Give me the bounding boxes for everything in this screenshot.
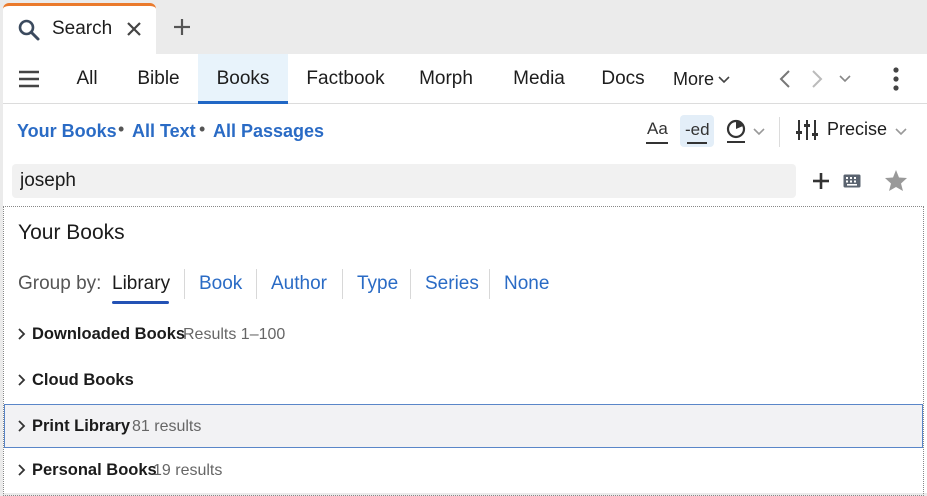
sliders-icon[interactable] [795, 119, 819, 141]
group-count: 19 results [153, 462, 223, 479]
group-name: Personal Books [32, 461, 157, 479]
scope-separator: • [199, 119, 206, 139]
search-mode-select[interactable]: Precise [827, 119, 887, 140]
tab-media[interactable]: Media [503, 54, 575, 104]
result-group-cloud-books[interactable]: Cloud Books [4, 360, 923, 400]
keyboard-icon[interactable] [843, 174, 861, 188]
search-row [3, 162, 927, 202]
more-label: More [673, 69, 715, 89]
hamburger-icon[interactable] [18, 69, 40, 89]
group-name: Print Library [32, 417, 131, 435]
search-tab[interactable]: Search [3, 3, 156, 54]
results-title: Your Books [18, 221, 125, 244]
group-count: 81 results [132, 418, 202, 435]
group-count: Results 1–100 [183, 326, 286, 343]
group-by-author[interactable]: Author [271, 273, 327, 295]
plus-icon[interactable] [170, 15, 194, 39]
match-case-label: Aa [647, 119, 668, 138]
tab-bible[interactable]: Bible [126, 54, 191, 104]
group-name: Cloud Books [32, 371, 134, 389]
match-forms-toggle[interactable]: -ed [680, 115, 714, 147]
divider [410, 269, 411, 299]
tab-factbook[interactable]: Factbook [298, 54, 393, 104]
group-by-label: Group by: [18, 273, 102, 294]
match-case-toggle[interactable]: Aa [643, 116, 671, 146]
scope-bar: Your Books • All Text • All Passages Aa … [3, 105, 927, 159]
plus-icon[interactable] [811, 171, 831, 191]
chevron-right-icon[interactable] [811, 69, 823, 89]
group-by-none[interactable]: None [504, 273, 549, 295]
search-kind-tabs: All Bible Books Factbook Morph Media Doc… [3, 54, 927, 104]
chevron-down-icon[interactable] [753, 128, 765, 136]
group-by-type[interactable]: Type [357, 273, 398, 295]
match-forms-underline [687, 142, 707, 144]
group-by-series[interactable]: Series [425, 273, 479, 295]
search-icon [18, 19, 40, 41]
scope-separator: • [118, 119, 125, 139]
result-group-personal-books[interactable]: Personal Books 19 results [4, 450, 923, 490]
star-icon[interactable] [884, 169, 908, 192]
toolbar-divider [779, 117, 780, 147]
more-menu[interactable]: More [673, 54, 730, 104]
search-panel: All Bible Books Factbook Morph Media Doc… [3, 54, 927, 496]
tab-all[interactable]: All [63, 54, 111, 104]
divider [342, 269, 343, 299]
history-icon[interactable] [724, 118, 748, 144]
tab-morph[interactable]: Morph [411, 54, 481, 104]
results-pane: Your Books Group by: Library Book Author… [3, 206, 924, 496]
group-by-active-indicator [112, 301, 169, 304]
chevron-right-icon [18, 420, 26, 432]
group-name: Downloaded Books [32, 325, 186, 343]
chevron-down-icon[interactable] [839, 75, 851, 83]
scope-all-text[interactable]: All Text [132, 121, 196, 142]
scope-your-books[interactable]: Your Books [17, 121, 117, 142]
kebab-icon[interactable] [892, 66, 900, 92]
group-by-book[interactable]: Book [199, 273, 242, 295]
chevron-down-icon[interactable] [895, 128, 907, 136]
chevron-right-icon [18, 464, 26, 476]
divider [489, 269, 490, 299]
close-icon[interactable] [124, 19, 144, 39]
tab-title: Search [52, 18, 113, 39]
result-group-print-library[interactable]: Print Library 81 results [4, 404, 923, 448]
search-input[interactable] [12, 164, 796, 198]
result-group-downloaded-books[interactable]: Downloaded Books Results 1–100 [4, 314, 923, 354]
match-case-underline [646, 142, 668, 144]
match-forms-label: -ed [685, 120, 710, 139]
tab-docs[interactable]: Docs [595, 54, 651, 104]
group-by-library[interactable]: Library [112, 273, 170, 295]
chevron-right-icon [18, 328, 26, 340]
tab-books[interactable]: Books [198, 54, 288, 104]
divider [184, 269, 185, 299]
chevron-right-icon [18, 374, 26, 386]
chevron-down-icon [718, 76, 730, 84]
scope-all-passages[interactable]: All Passages [213, 121, 324, 142]
divider [256, 269, 257, 299]
tab-strip: Search [0, 0, 927, 54]
chevron-left-icon[interactable] [779, 69, 791, 89]
